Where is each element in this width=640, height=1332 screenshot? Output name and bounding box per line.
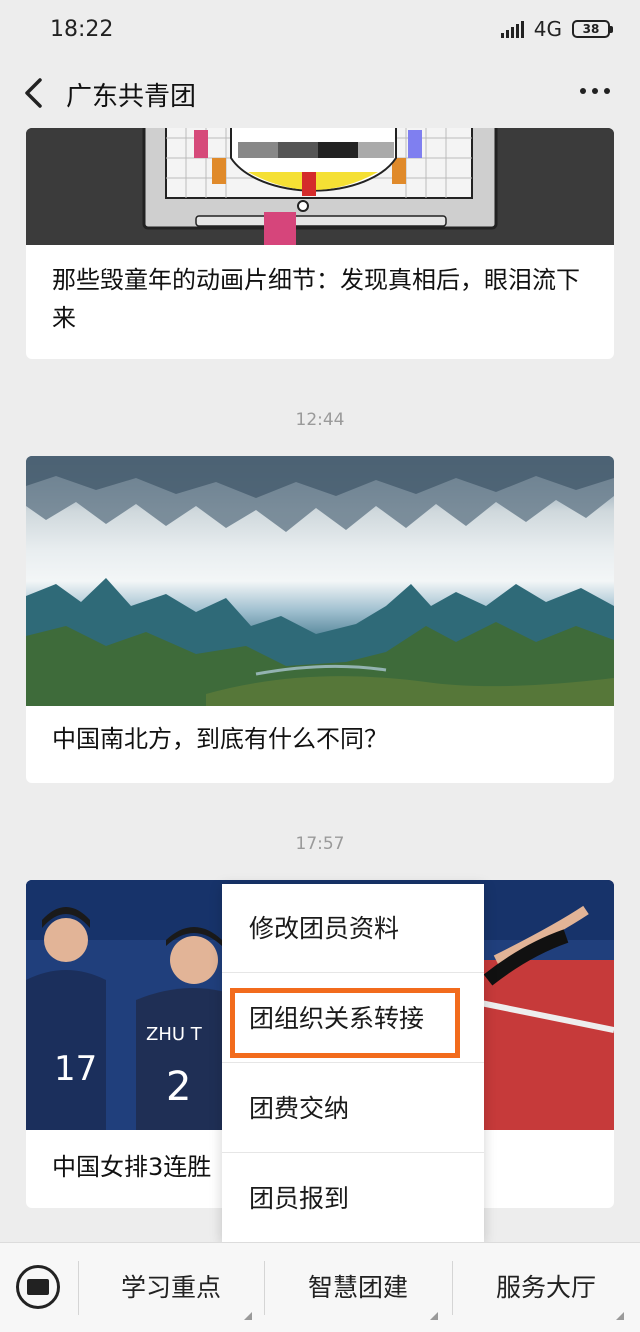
keyboard-toggle-button[interactable] <box>16 1265 60 1309</box>
signal-icon <box>500 20 524 38</box>
keyboard-icon <box>27 1279 49 1295</box>
status-time: 18:22 <box>50 16 114 42</box>
nav-bar: 广东共青团 <box>0 58 640 128</box>
menu-smart-league[interactable]: 智慧团建 <box>264 1243 452 1332</box>
menu-learning-focus[interactable]: 学习重点 <box>78 1243 264 1332</box>
article-title[interactable]: 那些毁童年的动画片细节：发现真相后，眼泪流下来 <box>52 261 588 337</box>
submenu-indicator-icon <box>244 1312 252 1320</box>
message-timestamp: 12:44 <box>295 410 345 430</box>
back-button[interactable] <box>20 76 50 110</box>
svg-text:ZHU T: ZHU T <box>146 1024 203 1045</box>
back-arrow-icon <box>25 78 42 108</box>
status-bar: 18:22 4G 38 <box>0 0 640 58</box>
page-title: 广东共青团 <box>66 82 197 112</box>
status-icons: 4G 38 <box>500 17 613 41</box>
more-button[interactable] <box>580 88 610 94</box>
menu-item-edit-profile[interactable]: 修改团员资料 <box>222 884 484 973</box>
more-dots-icon <box>580 88 586 94</box>
menu-service-hall[interactable]: 服务大厅 <box>452 1243 640 1332</box>
menu-item-pay-dues[interactable]: 团费交纳 <box>222 1064 484 1153</box>
menu-item-report[interactable]: 团员报到 <box>222 1154 484 1243</box>
submenu-popup: 修改团员资料 团组织关系转接 团费交纳 团员报到 <box>222 884 484 1242</box>
article-cover-image <box>26 128 614 245</box>
battery-icon: 38 <box>572 20 613 38</box>
article-card[interactable]: 中国南北方，到底有什么不同？ <box>26 456 614 783</box>
svg-text:17: 17 <box>54 1049 97 1089</box>
network-label: 4G <box>533 17 562 41</box>
submenu-indicator-icon <box>430 1312 438 1320</box>
svg-text:2: 2 <box>166 1064 191 1110</box>
menu-item-transfer-relation[interactable]: 团组织关系转接 <box>222 974 484 1063</box>
article-cover-image <box>26 456 614 706</box>
message-timestamp: 17:57 <box>295 834 345 854</box>
submenu-indicator-icon <box>616 1312 624 1320</box>
bottom-menu-bar: 学习重点 智慧团建 服务大厅 <box>0 1242 640 1332</box>
article-title[interactable]: 中国南北方，到底有什么不同？ <box>52 720 588 758</box>
article-card[interactable]: 那些毁童年的动画片细节：发现真相后，眼泪流下来 <box>26 128 614 359</box>
